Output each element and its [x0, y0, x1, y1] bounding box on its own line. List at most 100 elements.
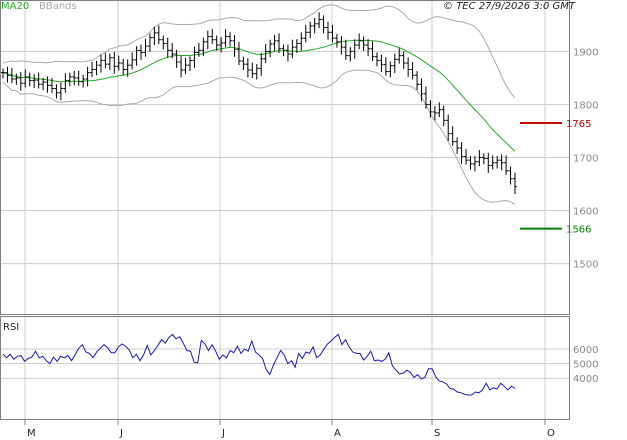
price-bar [116, 55, 121, 71]
price-bar [72, 71, 77, 86]
price-tick-label: 1700 [573, 154, 598, 165]
rsi-path [2, 333, 516, 396]
x-tick-label: S [434, 428, 440, 439]
price-bar [76, 70, 81, 86]
rsi-gridlines [1, 348, 569, 379]
price-bar [303, 24, 308, 43]
price-bar [161, 35, 166, 50]
x-tick-label: A [334, 428, 341, 439]
price-bar [450, 126, 455, 146]
price-bar [103, 52, 108, 69]
moving-average [2, 39, 516, 152]
price-bar [147, 33, 152, 52]
price-bar [317, 12, 322, 29]
price-bar [94, 60, 99, 76]
rsi-tick-label: 4000 [573, 374, 598, 385]
price-bar [419, 78, 424, 102]
price-bar [508, 166, 513, 185]
price-bar [63, 73, 68, 93]
price-bar [58, 82, 63, 101]
price-bar [441, 105, 446, 127]
price-bar [192, 46, 197, 68]
price-bar [361, 36, 366, 51]
price-bar [352, 39, 357, 59]
price-bar [312, 17, 317, 34]
price-bar [228, 32, 233, 47]
price-bar [392, 53, 397, 74]
price-bar [455, 137, 460, 154]
price-bar [245, 58, 250, 78]
price-bars [1, 12, 517, 195]
chart-frame: 1765 1566 1500 1600 1700 1800 1900 4000 5000 60… [0, 0, 627, 440]
price-bar [90, 62, 95, 77]
price-bar [250, 62, 255, 78]
price-bar [477, 150, 482, 166]
price-bar [334, 33, 339, 48]
x-ticks: MJJASO [24, 419, 555, 439]
support-resistance-levels: 1765 1566 [520, 119, 591, 236]
price-bar [388, 61, 393, 78]
price-bar [32, 74, 37, 89]
x-tick-label: O [547, 428, 555, 439]
price-bar [348, 47, 353, 62]
price-bar [277, 33, 282, 53]
price-tick-label: 1900 [573, 47, 598, 58]
price-bar [464, 149, 469, 165]
legend-bbands: BBands [39, 1, 77, 12]
price-bar [321, 15, 326, 34]
price-bar [472, 155, 477, 172]
price-bar [423, 86, 428, 109]
price-bar [343, 39, 348, 60]
price-bar [130, 52, 135, 70]
price-bar [379, 54, 384, 73]
price-bar [268, 39, 273, 58]
bbands-lower [2, 69, 516, 205]
ma20-line [2, 39, 516, 152]
price-bar [326, 21, 331, 40]
price-bar [232, 34, 237, 57]
price-bar [513, 172, 517, 195]
level-label: 1566 [566, 225, 591, 236]
price-bar [156, 25, 161, 44]
price-bar [27, 72, 32, 87]
x-tick-label: J [221, 428, 225, 439]
price-bar [499, 154, 504, 171]
price-bar [383, 57, 388, 76]
price-bar [143, 38, 148, 57]
price-bar [241, 56, 246, 70]
price-bar [85, 66, 90, 87]
rsi-tick-label: 6000 [573, 345, 598, 356]
price-bar [330, 24, 335, 43]
price-bar [18, 72, 23, 91]
price-bar [183, 57, 188, 75]
price-tick-label: 1800 [573, 100, 598, 111]
price-bar [152, 26, 157, 46]
price-bar [410, 62, 415, 80]
level-label: 1765 [566, 119, 591, 130]
rsi-line [2, 333, 516, 396]
price-bar [134, 46, 139, 66]
price-bar [187, 56, 192, 72]
price-bar [504, 155, 509, 176]
price-bar [165, 37, 170, 58]
price-bar [14, 73, 19, 85]
x-tick-label: M [27, 428, 36, 439]
price-bar [174, 49, 179, 68]
price-bar [446, 114, 451, 142]
price-bar [486, 152, 491, 173]
price-bar [374, 52, 379, 67]
price-bar [357, 33, 362, 50]
price-bar [272, 34, 277, 52]
price-bar [406, 57, 411, 77]
price-tick-label: 1500 [573, 260, 598, 271]
price-bar [236, 41, 241, 66]
price-bar [179, 56, 184, 78]
price-bar [285, 44, 290, 62]
x-tick-label: J [119, 428, 123, 439]
price-bar [366, 39, 371, 57]
price-bar [299, 32, 304, 51]
price-bar [254, 64, 259, 80]
price-bar [223, 29, 228, 48]
legend-ma20: MA20 [1, 1, 29, 12]
price-bar [214, 35, 219, 51]
